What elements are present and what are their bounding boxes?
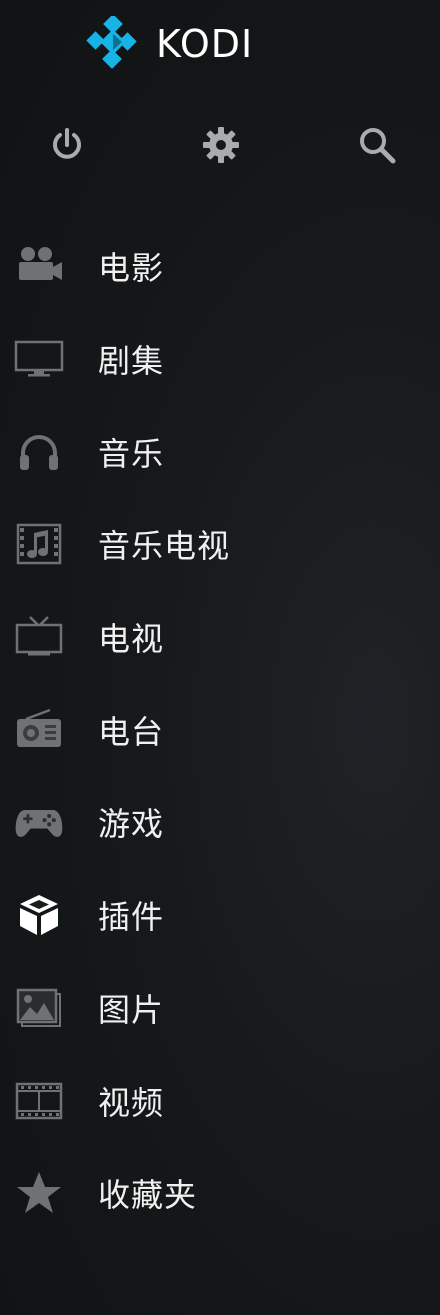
- top-actions-bar: [0, 120, 440, 170]
- picture-icon: [16, 988, 61, 1027]
- menu-item-label: 插件: [98, 898, 165, 937]
- menu-item-pictures[interactable]: 图片: [0, 962, 440, 1055]
- menu-item-label: 收藏夹: [98, 1176, 198, 1215]
- headphones-icon: [20, 434, 58, 470]
- settings-button[interactable]: [196, 120, 246, 170]
- menu-item-label: 电台: [98, 712, 165, 751]
- menu-item-label: 电影: [98, 249, 165, 288]
- menu-item-tv[interactable]: 电视: [0, 591, 440, 684]
- kodi-logo[interactable]: KODI: [84, 14, 253, 74]
- menu-item-videos[interactable]: 视频: [0, 1054, 440, 1147]
- gamepad-icon: [15, 810, 63, 838]
- menu-item-label: 电视: [98, 620, 165, 659]
- film-icon: [15, 1082, 63, 1119]
- gear-icon: [203, 127, 239, 163]
- menu-item-favourites[interactable]: 收藏夹: [0, 1147, 440, 1240]
- kodi-logo-icon: [86, 16, 137, 69]
- menu-item-label: 视频: [98, 1083, 165, 1122]
- menu-item-label: 音乐: [98, 434, 165, 473]
- menu-item-label: 图片: [98, 990, 165, 1029]
- menu-item-movies[interactable]: 电影: [0, 220, 440, 313]
- app-name: KODI: [156, 22, 254, 66]
- menu-item-music[interactable]: 音乐: [0, 405, 440, 498]
- search-button[interactable]: [352, 120, 402, 170]
- menu-item-addons[interactable]: 插件: [0, 869, 440, 962]
- movie-camera-icon: [19, 247, 62, 281]
- music-video-icon: [16, 524, 62, 565]
- menu-item-label: 音乐电视: [98, 527, 231, 566]
- monitor-icon: [14, 340, 64, 377]
- menu-item-radio[interactable]: 电台: [0, 683, 440, 776]
- menu-item-tv-shows[interactable]: 剧集: [0, 313, 440, 406]
- star-icon: [17, 1172, 61, 1214]
- menu-item-label: 游戏: [98, 805, 165, 844]
- tv-icon: [15, 616, 63, 656]
- addon-box-icon: [20, 895, 58, 936]
- radio-icon: [17, 708, 61, 747]
- search-icon: [360, 128, 396, 164]
- menu-item-games[interactable]: 游戏: [0, 776, 440, 869]
- kodi-sidebar: KODI 电影 剧集 音乐 音乐电视 电视 电台 游戏 插件 图片 视频 收藏夹: [0, 0, 440, 1315]
- power-button[interactable]: [42, 120, 92, 170]
- menu-item-label: 剧集: [98, 342, 165, 381]
- menu-item-music-videos[interactable]: 音乐电视: [0, 498, 440, 591]
- main-menu: 电影 剧集 音乐 音乐电视 电视 电台 游戏 插件 图片 视频 收藏夹: [0, 220, 440, 1240]
- power-icon: [53, 128, 81, 159]
